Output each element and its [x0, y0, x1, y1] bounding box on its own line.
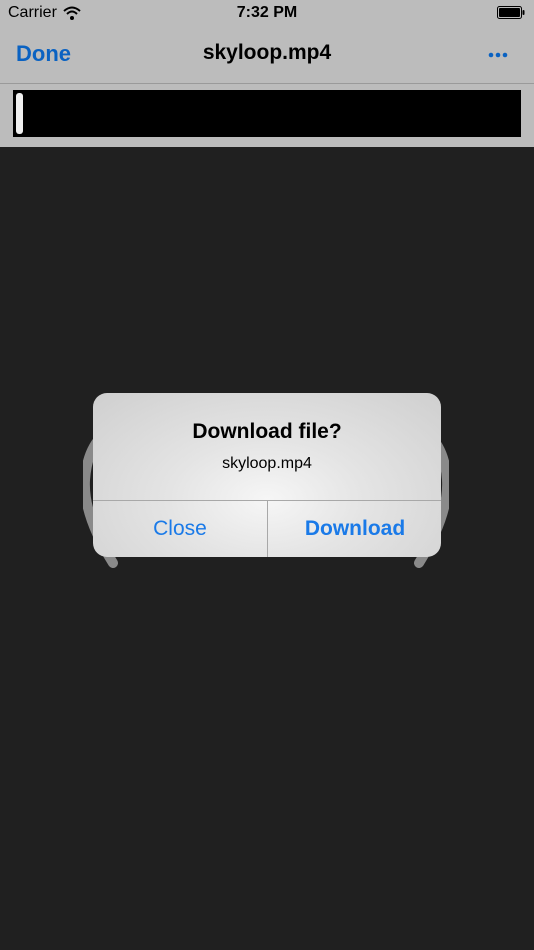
screen: Carrier 7:32 PM Done skyloop.mp4 Downloa… — [0, 0, 534, 950]
close-button[interactable]: Close — [93, 501, 267, 557]
video-scrubber[interactable] — [13, 90, 521, 137]
alert-title: Download file? — [192, 420, 342, 443]
ellipsis-icon[interactable] — [488, 52, 508, 58]
scrub-handle[interactable] — [16, 93, 23, 134]
download-alert: Download file? skyloop.mp4 Close Downloa… — [93, 393, 441, 557]
status-bar: Carrier 7:32 PM — [0, 0, 534, 28]
media-area — [0, 84, 534, 147]
status-time: 7:32 PM — [236, 4, 298, 21]
page-title: skyloop.mp4 — [202, 41, 332, 64]
nav-bar: Done skyloop.mp4 — [0, 28, 534, 84]
battery-icon — [497, 6, 525, 19]
alert-message: skyloop.mp4 — [222, 455, 312, 472]
download-button[interactable]: Download — [268, 501, 441, 557]
